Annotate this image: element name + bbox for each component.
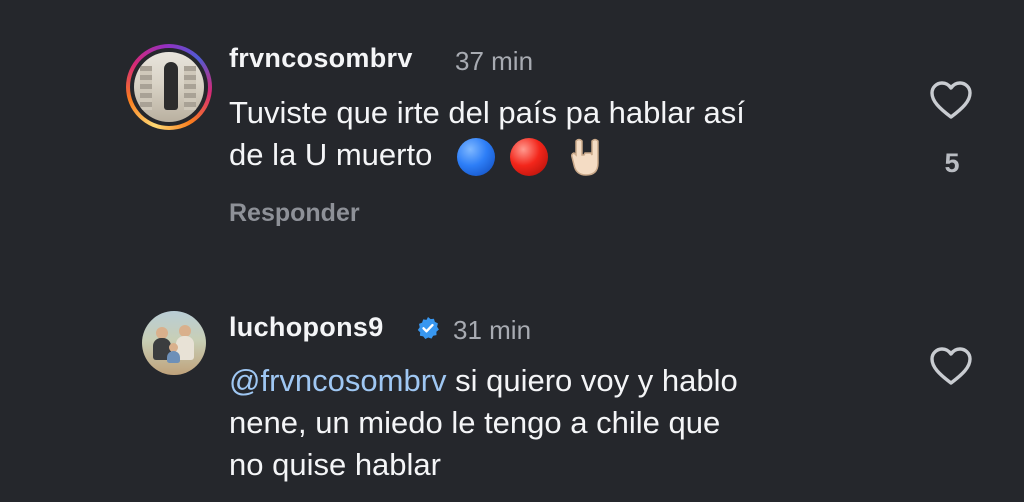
comment-text: Tuviste que irte del país pa hablar así … (229, 92, 909, 177)
heart-outline-icon[interactable] (929, 80, 973, 120)
comments-screen: frvncosombrv 37 min Tuviste que irte del… (0, 0, 1024, 502)
comment-timestamp: 31 min (453, 315, 532, 345)
verified-badge-icon (417, 317, 439, 339)
heart-outline-icon[interactable] (929, 346, 973, 386)
blue-circle-icon (456, 137, 495, 176)
sign-of-the-horns-icon (570, 137, 608, 177)
reply-button[interactable]: Responder (229, 199, 360, 228)
like-count: 5 (944, 148, 960, 178)
comment-username[interactable]: luchopons9 (229, 312, 384, 343)
avatar (134, 52, 204, 122)
comment-text: @frvncosombrv si quiero voy y hablo nene… (229, 363, 738, 482)
avatar-story-ring[interactable] (126, 44, 212, 130)
comment-username[interactable]: frvncosombrv (229, 43, 413, 74)
avatar[interactable] (142, 311, 206, 375)
red-circle-icon (509, 137, 548, 176)
comment-timestamp: 37 min (455, 46, 534, 76)
mention-link[interactable]: @frvncosombrv (229, 363, 447, 398)
